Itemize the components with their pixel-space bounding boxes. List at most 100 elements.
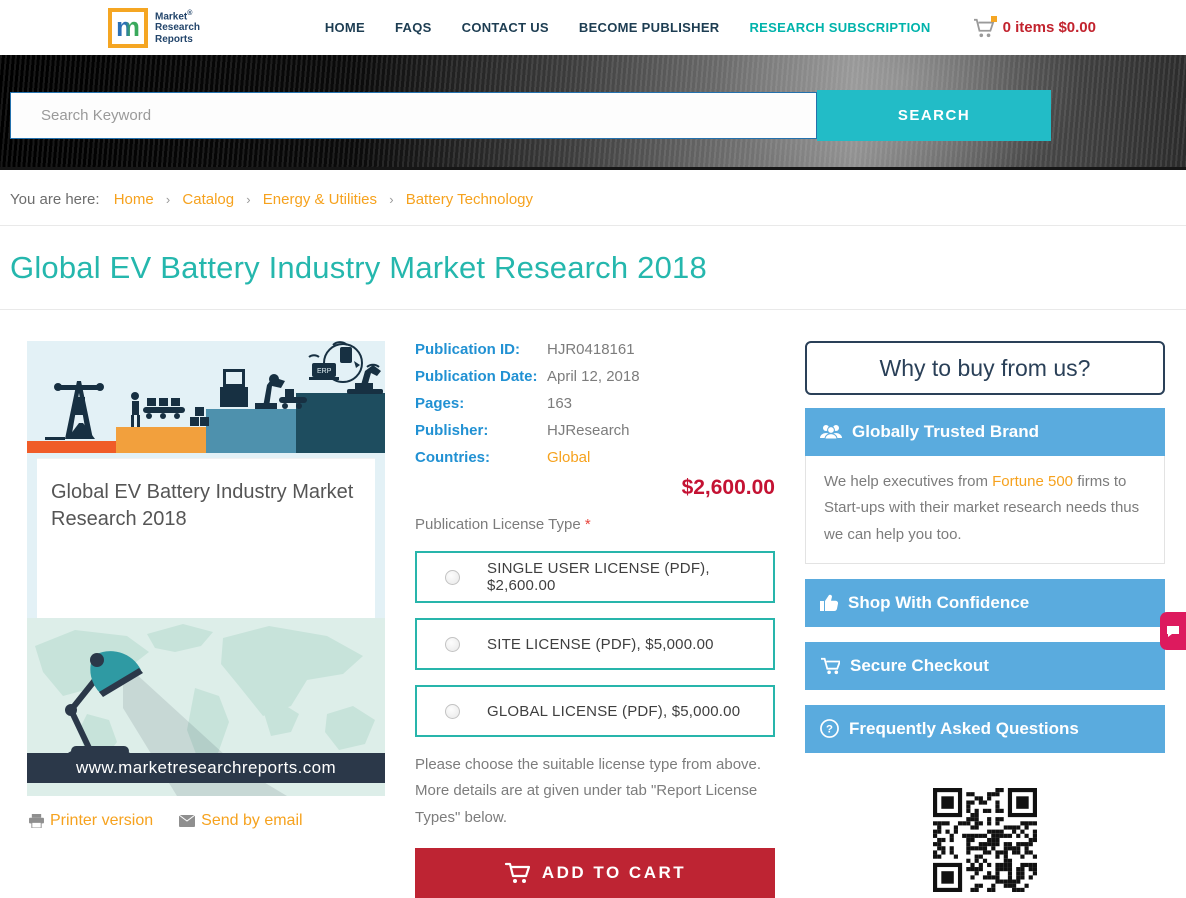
qr-code — [933, 787, 1037, 892]
detail-value: HJResearch — [547, 422, 630, 439]
panel-shop-with-confidence[interactable]: Shop With Confidence — [805, 578, 1165, 627]
logo-line3: Reports — [155, 33, 193, 45]
breadcrumb-separator: › — [389, 192, 394, 207]
breadcrumb-link-catalog[interactable]: Catalog — [182, 191, 234, 208]
search-bar: SEARCH — [10, 90, 1051, 141]
send-by-email-label: Send by email — [201, 812, 303, 829]
license-option-label: SITE LICENSE (PDF), $5,000.00 — [487, 635, 714, 653]
search-banner: SEARCH — [0, 55, 1186, 170]
detail-label: Publication ID: — [415, 341, 520, 358]
license-option-single-user[interactable]: SINGLE USER LICENSE (PDF), $2,600.00 — [415, 551, 775, 603]
why-buy-sidebar: Why to buy from us? Globally Trusted Bra… — [805, 341, 1165, 898]
email-icon — [179, 815, 196, 827]
globally-trusted-group: Globally Trusted Brand We help executive… — [805, 408, 1165, 564]
detail-value: HJR0418161 — [547, 341, 635, 358]
license-type-label: Publication License Type * — [415, 516, 775, 533]
detail-label: Countries: — [415, 449, 490, 466]
chat-widget-button[interactable] — [1160, 612, 1186, 650]
nav-faqs[interactable]: FAQS — [395, 20, 432, 35]
search-button[interactable]: SEARCH — [817, 90, 1051, 141]
product-image-column: ERP Global EV Battery Industry Market Re… — [27, 341, 385, 898]
cart-badge — [990, 15, 997, 22]
breadcrumb-prefix: You are here: — [10, 191, 100, 208]
printer-version-label: Printer version — [50, 812, 154, 829]
license-radio[interactable] — [445, 569, 460, 585]
send-by-email-link[interactable]: Send by email — [179, 812, 303, 830]
breadcrumb-link-home[interactable]: Home — [114, 191, 154, 208]
product-price: $2,600.00 — [681, 476, 775, 499]
shopping-cart-icon — [973, 15, 997, 38]
globally-trusted-body: We help executives from Fortune 500 firm… — [805, 456, 1165, 564]
add-to-cart-cart-icon — [504, 862, 530, 884]
product-cover-image: ERP Global EV Battery Industry Market Re… — [27, 341, 385, 623]
panel-label: Shop With Confidence — [848, 592, 1030, 612]
detail-row-publication-id: Publication ID: HJR0418161 — [415, 341, 775, 358]
site-logo[interactable]: m Market® Research Reports — [108, 7, 200, 48]
breadcrumb: You are here: Home › Catalog › Energy & … — [0, 170, 1186, 226]
detail-label: Pages: — [415, 395, 465, 412]
breadcrumb-separator: › — [246, 192, 251, 207]
why-buy-title: Why to buy from us? — [805, 341, 1165, 395]
logo-line2: Research — [155, 22, 201, 34]
product-details-column: Publication ID: HJR0418161 Publication D… — [415, 341, 775, 898]
panel-secure-checkout[interactable]: Secure Checkout — [805, 641, 1165, 690]
nav-research-subscription[interactable]: RESEARCH SUBSCRIPTION — [749, 20, 930, 35]
detail-value: 163 — [547, 395, 573, 412]
breadcrumb-link-energy-utilities[interactable]: Energy & Utilities — [263, 191, 377, 208]
breadcrumb-separator: › — [165, 192, 171, 207]
license-radio[interactable] — [445, 703, 460, 719]
industry-illustration: ERP — [27, 341, 385, 453]
page-title: Global EV Battery Industry Market Resear… — [10, 250, 707, 285]
license-option-label: GLOBAL LICENSE (PDF), $5,000.00 — [487, 702, 741, 720]
add-to-cart-button[interactable]: ADD TO CART — [415, 847, 775, 898]
chat-bubble-icon — [1166, 625, 1180, 638]
svg-text:ERP: ERP — [317, 368, 332, 375]
license-option-label: SINGLE USER LICENSE (PDF), $2,600.00 — [487, 560, 710, 594]
breadcrumb-link-battery-technology[interactable]: Battery Technology — [406, 191, 533, 208]
detail-row-pages: Pages: 163 — [415, 395, 775, 412]
add-to-cart-label: ADD TO CART — [541, 862, 687, 882]
product-cover-caption: Global EV Battery Industry Market Resear… — [37, 458, 375, 623]
detail-row-publisher: Publisher: HJResearch — [415, 422, 775, 439]
panel-globally-trusted-brand[interactable]: Globally Trusted Brand — [805, 408, 1165, 456]
license-option-global[interactable]: GLOBAL LICENSE (PDF), $5,000.00 — [415, 685, 775, 737]
panel-label: Secure Checkout — [850, 655, 989, 675]
license-option-site[interactable]: SITE LICENSE (PDF), $5,000.00 — [415, 618, 775, 670]
search-input[interactable] — [10, 92, 817, 139]
printer-version-link[interactable]: Printer version — [29, 812, 153, 830]
product-action-links: Printer version Send by email — [29, 812, 385, 830]
detail-label: Publication Date: — [415, 368, 538, 385]
product-brand-image: www.marketresearchreports.com — [27, 618, 385, 796]
svg-text:?: ? — [826, 724, 833, 736]
registered-mark: ® — [187, 9, 193, 17]
license-note: Please choose the suitable license type … — [415, 756, 762, 826]
fortune-500-link[interactable]: Fortune 500 — [992, 473, 1073, 490]
panel-label: Frequently Asked Questions — [849, 718, 1079, 738]
nav-become-publisher[interactable]: BECOME PUBLISHER — [579, 20, 720, 35]
license-radio[interactable] — [445, 636, 460, 652]
logo-mark-icon: m — [108, 7, 148, 48]
main-nav: HOME FAQS CONTACT US BECOME PUBLISHER RE… — [325, 20, 931, 35]
license-type-label-text: Publication License Type — [415, 516, 581, 533]
people-group-icon — [820, 424, 842, 440]
detail-row-publication-date: Publication Date: April 12, 2018 — [415, 368, 775, 385]
trusted-body-text: We help executives from — [824, 473, 993, 490]
nav-home[interactable]: HOME — [325, 20, 365, 35]
printer-icon — [29, 814, 44, 828]
panel-faq[interactable]: ? Frequently Asked Questions — [805, 704, 1165, 753]
logo-line1: Market — [155, 10, 188, 22]
top-header: m Market® Research Reports HOME FAQS CON… — [0, 0, 1186, 55]
nav-contact-us[interactable]: CONTACT US — [462, 20, 549, 35]
detail-row-countries: Countries: Global — [415, 449, 775, 466]
question-circle-icon: ? — [820, 719, 839, 739]
main-content: ERP Global EV Battery Industry Market Re… — [0, 310, 1186, 898]
header-cart[interactable]: 0 items $0.00 — [973, 15, 1096, 38]
logo-text: Market® Research Reports — [155, 10, 200, 46]
countries-global-link[interactable]: Global — [547, 449, 590, 466]
cart-count-text: 0 items $0.00 — [1002, 19, 1096, 36]
panel-label: Globally Trusted Brand — [852, 422, 1040, 441]
required-asterisk: * — [584, 516, 591, 533]
logo-letter: m — [115, 12, 140, 42]
detail-label: Publisher: — [415, 422, 489, 439]
qr-code-wrap — [805, 787, 1165, 892]
